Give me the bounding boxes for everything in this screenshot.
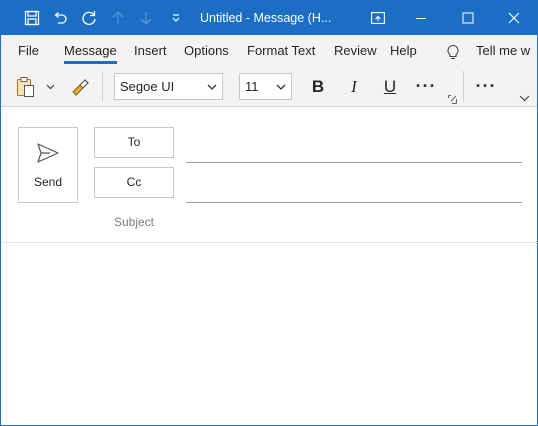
title-bar: Untitled - Message (H... xyxy=(1,1,537,35)
save-icon[interactable] xyxy=(21,1,43,35)
tab-options[interactable]: Options xyxy=(184,35,229,67)
close-icon[interactable] xyxy=(499,1,529,35)
tab-format-text[interactable]: Format Text xyxy=(247,35,315,67)
subject-label: Subject xyxy=(113,215,155,229)
font-name-select[interactable]: Segoe UI xyxy=(114,73,223,100)
more-commands-button[interactable]: ··· xyxy=(473,75,499,97)
send-label: Send xyxy=(33,175,63,189)
to-input[interactable] xyxy=(186,162,522,163)
down-arrow-icon[interactable] xyxy=(137,1,155,35)
dialog-launcher-icon[interactable] xyxy=(446,93,458,105)
undo-icon[interactable] xyxy=(49,1,71,35)
minimize-icon[interactable] xyxy=(406,1,436,35)
tab-insert[interactable]: Insert xyxy=(134,35,167,67)
toolbar-separator xyxy=(102,71,103,102)
ribbon-toolbar: Segoe UI 11 B I U ··· ··· xyxy=(1,67,537,107)
restore-ribbon-icon[interactable] xyxy=(367,1,389,35)
message-body[interactable] xyxy=(2,243,538,425)
toolbar-separator xyxy=(463,71,464,102)
subject-input[interactable] xyxy=(186,211,522,235)
up-arrow-icon[interactable] xyxy=(109,1,127,35)
bold-button[interactable]: B xyxy=(306,75,330,99)
ribbon-tabs: File Message Insert Options Format Text … xyxy=(1,35,537,67)
tab-help[interactable]: Help xyxy=(390,35,417,67)
tab-message[interactable]: Message xyxy=(64,35,117,67)
qat-dropdown-icon[interactable] xyxy=(167,1,185,35)
font-size-select[interactable]: 11 xyxy=(239,73,292,100)
to-button[interactable]: To xyxy=(94,127,174,158)
ribbon-collapse-icon[interactable] xyxy=(517,93,531,103)
underline-button[interactable]: U xyxy=(378,75,402,99)
message-window: Untitled - Message (H... File Message In… xyxy=(0,0,538,426)
paste-dropdown-icon[interactable] xyxy=(43,79,57,95)
font-size-value: 11 xyxy=(245,79,259,94)
tab-file[interactable]: File xyxy=(18,35,39,67)
chevron-down-icon xyxy=(276,74,286,99)
lightbulb-icon[interactable] xyxy=(444,43,462,61)
format-painter-icon[interactable] xyxy=(68,76,92,98)
maximize-icon[interactable] xyxy=(453,1,483,35)
tab-review[interactable]: Review xyxy=(334,35,377,67)
more-font-options-button[interactable]: ··· xyxy=(413,75,439,97)
tell-me-box[interactable]: Tell me w xyxy=(476,35,530,67)
italic-button[interactable]: I xyxy=(342,75,366,99)
cc-button[interactable]: Cc xyxy=(94,167,174,198)
font-name-value: Segoe UI xyxy=(120,79,175,94)
send-icon xyxy=(36,142,60,169)
paste-icon[interactable] xyxy=(14,75,38,99)
send-button[interactable]: Send xyxy=(18,127,78,203)
cc-input[interactable] xyxy=(186,202,522,203)
window-title: Untitled - Message (H... xyxy=(200,11,332,25)
chevron-down-icon xyxy=(207,74,217,99)
redo-icon[interactable] xyxy=(78,1,100,35)
